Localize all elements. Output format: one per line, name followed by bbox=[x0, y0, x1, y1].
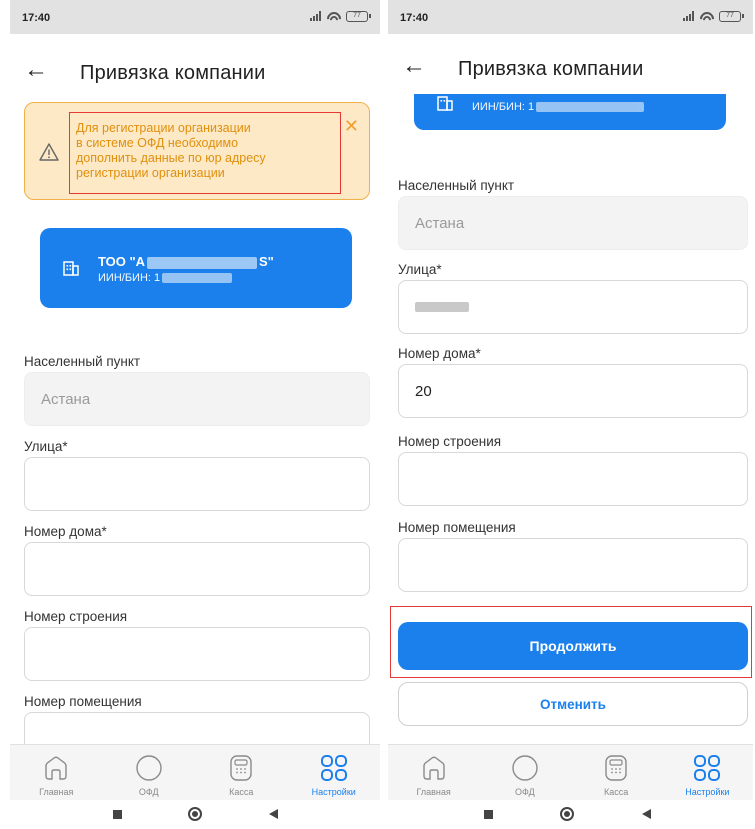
house-number-label: Номер дома* bbox=[24, 524, 107, 539]
recent-apps-icon[interactable] bbox=[113, 810, 122, 819]
wifi-icon bbox=[327, 10, 341, 22]
system-nav-bar bbox=[388, 800, 753, 829]
company-card[interactable]: ТОО "А S" ИИН/БИН: 1 bbox=[40, 228, 352, 308]
alert-message-line: регистрации организации bbox=[76, 166, 225, 180]
cash-register-icon bbox=[605, 755, 627, 781]
status-bar: 17:40 77 bbox=[10, 0, 380, 34]
nav-label: Касса bbox=[229, 787, 254, 797]
nav-label: ОФД bbox=[515, 787, 535, 797]
circle-icon bbox=[136, 755, 162, 781]
house-number-label: Номер дома* bbox=[398, 346, 481, 361]
warning-alert: Для регистрации организации в системе ОФ… bbox=[24, 102, 370, 200]
status-bar: 17:40 77 bbox=[388, 0, 753, 34]
house-number-input[interactable] bbox=[24, 542, 370, 596]
continue-button[interactable]: Продолжить bbox=[398, 622, 748, 670]
nav-item-settings[interactable]: Настройки bbox=[662, 745, 753, 800]
nav-item-home[interactable]: Главная bbox=[388, 745, 479, 800]
phone-screen-left: 17:40 77 ← Привязка компании Для регистр… bbox=[10, 0, 380, 829]
status-time: 17:40 bbox=[400, 12, 429, 24]
signal-icon bbox=[683, 11, 695, 21]
close-icon[interactable]: ✕ bbox=[344, 117, 359, 135]
nav-item-ofd[interactable]: ОФД bbox=[103, 745, 196, 800]
nav-item-cash[interactable]: Касса bbox=[571, 745, 662, 800]
nav-item-settings[interactable]: Настройки bbox=[288, 745, 381, 800]
company-bin: ИИН/БИН: 1 bbox=[472, 101, 645, 113]
battery-icon: 77 bbox=[719, 10, 744, 22]
back-arrow-icon[interactable]: ← bbox=[402, 54, 426, 78]
system-icons: 77 bbox=[310, 10, 371, 22]
alert-message-highlight: Для регистрации организации в системе ОФ… bbox=[69, 112, 341, 194]
app-bar: ← Привязка компании bbox=[388, 46, 753, 90]
nav-label: Настройки bbox=[311, 787, 356, 797]
form-content[interactable]: Для регистрации организации в системе ОФ… bbox=[10, 100, 380, 744]
system-nav-bar bbox=[10, 800, 380, 829]
warning-icon bbox=[39, 143, 59, 161]
form-content[interactable]: ИИН/БИН: 1 Населенный пункт Астана Улица… bbox=[388, 94, 753, 738]
recent-apps-icon[interactable] bbox=[484, 810, 493, 819]
city-field: Астана bbox=[398, 196, 748, 250]
house-number-input[interactable]: 20 bbox=[398, 364, 748, 418]
redacted-text bbox=[415, 302, 469, 312]
street-input[interactable] bbox=[24, 457, 370, 511]
system-icons: 77 bbox=[683, 10, 744, 22]
grid-icon bbox=[320, 755, 347, 781]
company-bin: ИИН/БИН: 1 bbox=[98, 272, 233, 284]
cancel-button[interactable]: Отменить bbox=[398, 682, 748, 726]
back-arrow-icon[interactable]: ← bbox=[24, 58, 48, 82]
bottom-nav: Главная ОФД Касса Настройки bbox=[10, 744, 380, 800]
battery-icon: 77 bbox=[346, 10, 371, 22]
nav-label: Главная bbox=[416, 787, 451, 797]
room-number-label: Номер помещения bbox=[24, 694, 142, 709]
building-number-label: Номер строения bbox=[24, 609, 128, 624]
home-icon bbox=[422, 756, 445, 780]
nav-item-cash[interactable]: Касса bbox=[195, 745, 288, 800]
signal-icon bbox=[310, 11, 322, 21]
nav-label: Касса bbox=[603, 787, 629, 797]
back-button-icon[interactable] bbox=[642, 809, 651, 819]
alert-message-line: дополнить данные по юр адресу bbox=[76, 151, 266, 165]
city-field: Астана bbox=[24, 372, 370, 426]
alert-message-line: в системе ОФД необходимо bbox=[76, 136, 239, 150]
home-button-icon[interactable] bbox=[560, 807, 574, 821]
nav-item-home[interactable]: Главная bbox=[10, 745, 103, 800]
nav-item-ofd[interactable]: ОФД bbox=[479, 745, 570, 800]
redacted-text bbox=[147, 256, 258, 269]
building-number-input[interactable] bbox=[398, 452, 748, 506]
company-card[interactable]: ИИН/БИН: 1 bbox=[414, 94, 726, 130]
circle-icon bbox=[512, 755, 538, 781]
grid-icon bbox=[694, 755, 721, 781]
nav-label: ОФД bbox=[138, 787, 159, 797]
building-icon bbox=[63, 261, 79, 276]
street-label: Улица* bbox=[24, 439, 68, 454]
room-number-input[interactable] bbox=[24, 712, 370, 744]
wifi-icon bbox=[700, 10, 714, 22]
home-icon bbox=[45, 756, 67, 780]
building-number-input[interactable] bbox=[24, 627, 370, 681]
app-bar: ← Привязка компании bbox=[10, 50, 380, 94]
nav-label: Главная bbox=[39, 787, 74, 797]
redacted-text bbox=[536, 102, 645, 113]
page-title: Привязка компании bbox=[458, 58, 644, 80]
street-input[interactable] bbox=[398, 280, 748, 334]
cash-register-icon bbox=[230, 755, 252, 781]
city-label: Населенный пункт bbox=[24, 354, 141, 369]
alert-message-line: Для регистрации организации bbox=[76, 121, 251, 135]
redacted-text bbox=[162, 273, 233, 284]
city-label: Населенный пункт bbox=[398, 178, 515, 193]
home-button-icon[interactable] bbox=[188, 807, 202, 821]
back-button-icon[interactable] bbox=[269, 809, 278, 819]
company-name: ТОО "А S" bbox=[98, 254, 274, 269]
street-label: Улица* bbox=[398, 262, 442, 277]
bottom-nav: Главная ОФД Касса Настройки bbox=[388, 744, 753, 800]
room-number-input[interactable] bbox=[398, 538, 748, 592]
phone-screen-right: 17:40 77 ← Привязка компании ИИН/БИН: 1 … bbox=[388, 0, 753, 829]
room-number-label: Номер помещения bbox=[398, 520, 516, 535]
page-title: Привязка компании bbox=[80, 62, 266, 84]
building-icon bbox=[437, 96, 453, 111]
building-number-label: Номер строения bbox=[398, 434, 502, 449]
nav-label: Настройки bbox=[685, 787, 730, 797]
status-time: 17:40 bbox=[22, 12, 51, 24]
